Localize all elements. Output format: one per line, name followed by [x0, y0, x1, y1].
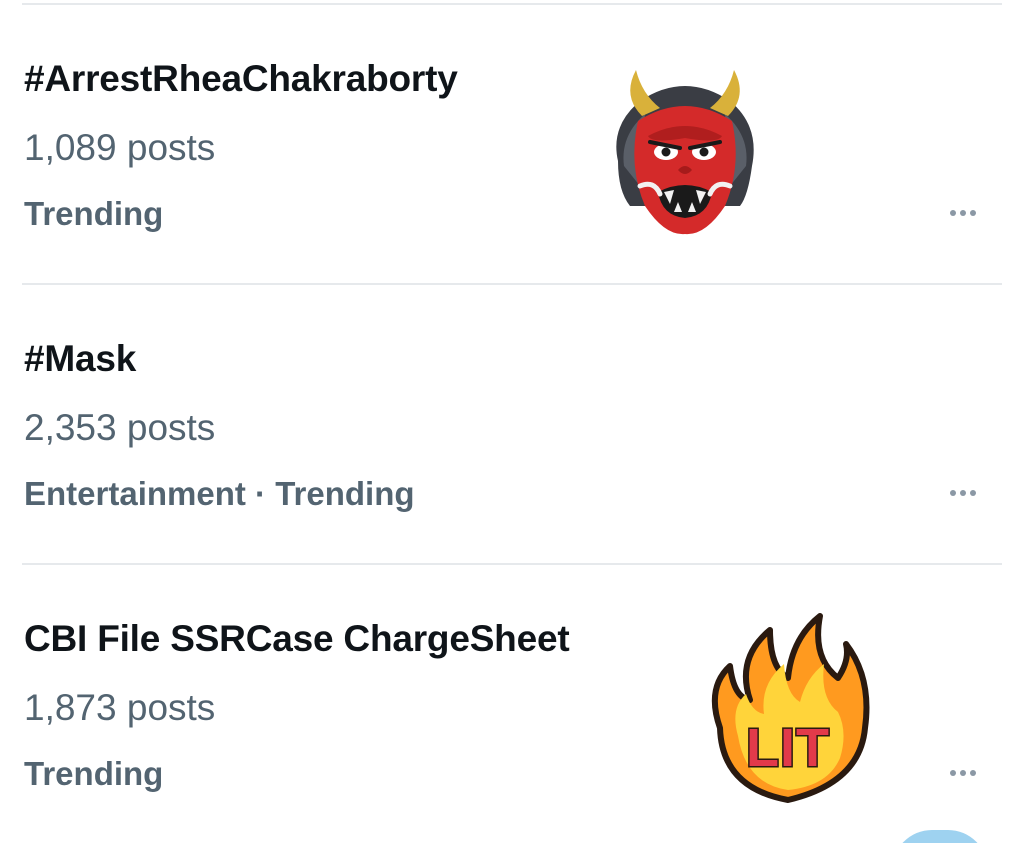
- trend-item-arrest-rhea[interactable]: #ArrestRheaChakraborty 1,089 posts Trend…: [0, 0, 1024, 280]
- trend-title: #Mask: [24, 338, 137, 379]
- trend-title: CBI File SSRCase ChargeSheet: [24, 618, 570, 659]
- trend-post-count: 1,873 posts: [24, 687, 216, 728]
- more-options-button[interactable]: [940, 198, 986, 228]
- trend-title: #ArrestRheaChakraborty: [24, 58, 458, 99]
- trend-context: Trending: [24, 195, 164, 232]
- more-options-icon: [950, 770, 956, 776]
- trend-post-count: 1,089 posts: [24, 127, 216, 168]
- more-options-button[interactable]: [940, 758, 986, 788]
- lit-fire-emoji: LIT: [700, 608, 875, 808]
- trend-item-mask[interactable]: #Mask 2,353 posts Entertainment · Trendi…: [0, 280, 1024, 560]
- oni-mask-emoji: [600, 66, 770, 236]
- more-options-icon: [950, 210, 956, 216]
- trend-context: Entertainment · Trending: [24, 475, 415, 512]
- trend-context: Trending: [24, 755, 164, 792]
- lit-label: LIT: [746, 718, 830, 778]
- trends-list: #ArrestRheaChakraborty 1,089 posts Trend…: [0, 0, 1024, 843]
- more-options-button[interactable]: [940, 478, 986, 508]
- more-options-icon: [950, 490, 956, 496]
- trend-item-cbi-file[interactable]: CBI File SSRCase ChargeSheet 1,873 posts…: [0, 560, 1024, 840]
- trend-post-count: 2,353 posts: [24, 407, 216, 448]
